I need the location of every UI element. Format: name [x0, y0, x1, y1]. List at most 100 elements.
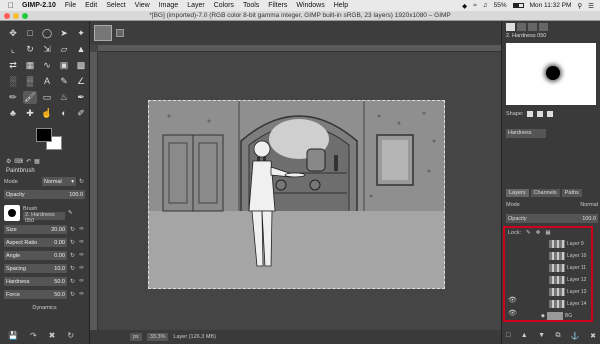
menu-colors[interactable]: Colors	[214, 2, 234, 9]
device-status-tab-icon[interactable]: ⌨	[14, 158, 23, 165]
aspect-ratio-slider[interactable]: Aspect Ratio 0.00	[4, 238, 67, 247]
brushes-tab-icon[interactable]	[506, 23, 515, 31]
lock-alpha-icon[interactable]: ▦	[545, 230, 550, 236]
layer-row[interactable]: Layer 9	[549, 239, 593, 248]
clock[interactable]: Mon 11:32 PM	[530, 2, 572, 9]
menu-windows[interactable]: Windows	[296, 2, 324, 9]
menu-layer[interactable]: Layer	[187, 2, 205, 9]
warp-icon[interactable]: ∿	[40, 59, 54, 72]
pencil-icon[interactable]: ✏	[6, 91, 20, 104]
duplicate-layer-icon[interactable]: ⧉	[555, 332, 560, 340]
images-tab-icon[interactable]: ▦	[34, 158, 40, 165]
menu-select[interactable]: Select	[106, 2, 125, 9]
menu-help[interactable]: Help	[334, 2, 348, 9]
menu-edit[interactable]: Edit	[85, 2, 97, 9]
gradient-icon[interactable]: ▒	[23, 75, 37, 88]
app-menu[interactable]: GIMP-2.10	[22, 2, 56, 9]
restore-options-icon[interactable]: ↷	[30, 331, 37, 340]
battery-icon[interactable]	[512, 3, 524, 8]
link-force-icon[interactable]: ∞	[78, 291, 85, 299]
fg-bg-colors[interactable]	[6, 126, 89, 156]
layer-mode-select[interactable]: Normal	[580, 202, 598, 208]
brush-preview[interactable]	[4, 205, 20, 221]
spacing-slider[interactable]: Spacing 10.0	[4, 264, 67, 273]
anchor-layer-icon[interactable]: ⚓	[571, 332, 580, 340]
reset-force-icon[interactable]: ↻	[69, 291, 76, 299]
raise-layer-icon[interactable]: ▲	[521, 332, 528, 340]
perspective-icon[interactable]: ▲	[74, 43, 88, 56]
ellipse-select-icon[interactable]: ◯	[40, 27, 54, 40]
save-options-icon[interactable]: 💾	[8, 331, 18, 340]
layer-opacity-slider[interactable]: Opacity 100.0	[506, 214, 598, 223]
dodge-burn-icon[interactable]: ◐	[57, 107, 71, 120]
menu-file[interactable]: File	[65, 2, 76, 9]
visibility-eye-icon[interactable]: 👁	[508, 309, 517, 317]
paths-icon[interactable]: ✐	[74, 107, 88, 120]
link-spacing-icon[interactable]: ∞	[78, 265, 85, 273]
square-shape-icon[interactable]	[537, 111, 544, 117]
lock-position-icon[interactable]: ✥	[536, 230, 541, 236]
layer-row-bg[interactable]: ◆ BG	[541, 311, 585, 320]
visibility-eye-icon[interactable]: 👁	[508, 296, 517, 304]
unit-select[interactable]: px	[130, 333, 142, 341]
minimize-window-button[interactable]	[13, 13, 19, 19]
dropbox-icon[interactable]: ◆	[462, 2, 467, 10]
zoom-select[interactable]: 33.3%	[146, 333, 169, 341]
link-aspect-icon[interactable]: ∞	[78, 239, 85, 247]
link-size-icon[interactable]: ∞	[78, 226, 85, 234]
reset-angle-icon[interactable]: ↻	[69, 252, 76, 260]
delete-options-icon[interactable]: ✖	[49, 331, 56, 340]
layer-row[interactable]: Layer 12	[549, 275, 593, 284]
bucket-fill-icon[interactable]: ░	[6, 75, 20, 88]
reset-options-icon[interactable]: ↻	[67, 331, 74, 340]
apple-icon[interactable]: 	[8, 1, 14, 10]
airbrush-icon[interactable]: ♨	[57, 91, 71, 104]
measure-icon[interactable]: ∠	[74, 75, 88, 88]
brush-hardness-field[interactable]: Hardness	[506, 129, 546, 138]
paintbrush-icon[interactable]: 🖌	[23, 91, 37, 104]
layer-row[interactable]: Layer 13	[549, 287, 593, 296]
tool-options-tab-icon[interactable]: ⚙	[6, 158, 11, 165]
lock-pixels-icon[interactable]: ✎	[526, 230, 531, 236]
heal-icon[interactable]: ✚	[23, 107, 37, 120]
diamond-shape-icon[interactable]	[547, 111, 554, 117]
flip-icon[interactable]: ⇄	[6, 59, 20, 72]
delete-layer-icon[interactable]: ✖	[590, 332, 596, 340]
brush-name-field[interactable]: 2. Hardness 050	[23, 212, 65, 224]
lower-layer-icon[interactable]: ▼	[538, 332, 545, 340]
menu-list-icon[interactable]: ☰	[588, 2, 594, 10]
reset-mode-icon[interactable]: ↻	[78, 178, 85, 186]
layer-row[interactable]: Layer 14	[549, 299, 593, 308]
layer-row[interactable]: Layer 11	[549, 263, 593, 272]
fuzzy-select-icon[interactable]: ✦	[74, 27, 88, 40]
circle-shape-icon[interactable]	[527, 111, 534, 117]
fonts-tab-icon[interactable]	[528, 23, 537, 31]
reset-spacing-icon[interactable]: ↻	[69, 265, 76, 273]
tab-channels[interactable]: Channels	[530, 189, 560, 197]
link-hardness-icon[interactable]: ∞	[78, 278, 85, 286]
image-tab-thumbnail[interactable]	[94, 25, 112, 41]
zoom-window-button[interactable]	[22, 13, 28, 19]
link-angle-icon[interactable]: ∞	[78, 252, 85, 260]
shear-icon[interactable]: ▱	[57, 43, 71, 56]
chain-icon[interactable]: ◆	[541, 313, 545, 319]
volume-icon[interactable]: ♫	[483, 2, 488, 9]
ink-icon[interactable]: ✒	[74, 91, 88, 104]
free-select-icon[interactable]: ➤	[57, 27, 71, 40]
hardness-slider[interactable]: Hardness 50.0	[4, 277, 67, 286]
scale-icon[interactable]: ⇲	[40, 43, 54, 56]
document-history-tab-icon[interactable]	[539, 23, 548, 31]
horizontal-ruler[interactable]	[98, 45, 501, 52]
menu-image[interactable]: Image	[159, 2, 178, 9]
smudge-icon[interactable]: ☝	[40, 107, 54, 120]
reset-aspect-icon[interactable]: ↻	[69, 239, 76, 247]
unified-transform-icon[interactable]: ▩	[74, 59, 88, 72]
rotate-icon[interactable]: ↻	[23, 43, 37, 56]
image-tab-close-icon[interactable]	[116, 29, 124, 37]
size-slider[interactable]: Size 20.00	[4, 225, 67, 234]
cage-icon[interactable]: ▦	[23, 59, 37, 72]
tab-paths[interactable]: Paths	[561, 189, 582, 197]
reset-hardness-icon[interactable]: ↻	[69, 278, 76, 286]
tab-layers[interactable]: Layers	[506, 189, 529, 197]
clone-icon[interactable]: ♣	[6, 107, 20, 120]
